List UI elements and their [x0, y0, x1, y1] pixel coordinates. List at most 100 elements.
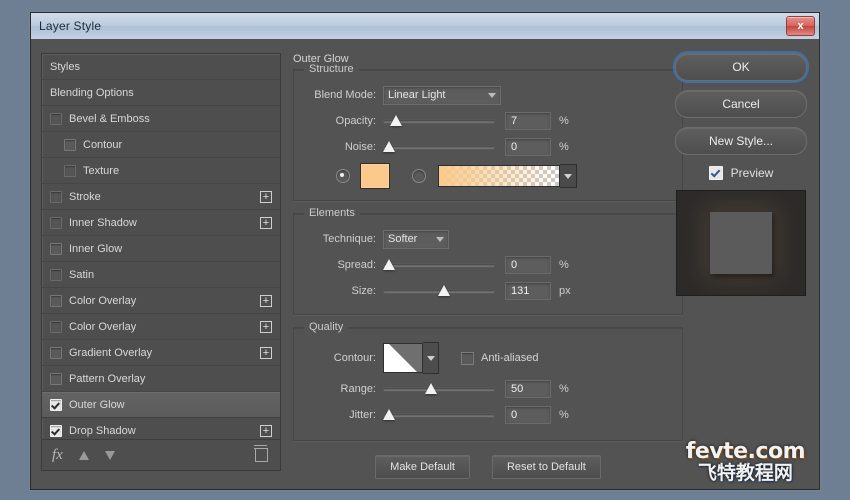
jitter-input[interactable]: 0 [505, 406, 551, 424]
range-slider-track [383, 386, 495, 392]
size-slider-knob[interactable] [438, 285, 450, 296]
dialog-title: Layer Style [39, 19, 102, 33]
range-input[interactable]: 50 [505, 380, 551, 398]
style-row[interactable]: Outer Glow [42, 392, 280, 418]
size-slider[interactable] [383, 283, 495, 299]
style-checkbox[interactable] [50, 399, 62, 411]
add-effect-icon[interactable]: + [260, 346, 272, 359]
jitter-label: Jitter: [349, 409, 376, 421]
preview-label: Preview [730, 166, 774, 180]
opacity-slider[interactable] [383, 113, 495, 129]
range-slider[interactable] [383, 381, 495, 397]
styles-list: Styles Blending Options Bevel & Emboss Cont… [42, 54, 280, 439]
style-checkbox[interactable] [50, 346, 62, 359]
gradient-picker-button[interactable] [560, 164, 577, 188]
opacity-input[interactable]: 7 [505, 112, 551, 130]
style-row[interactable]: Stroke + [42, 184, 280, 210]
style-row[interactable]: Satin [42, 262, 280, 288]
style-checkbox[interactable] [50, 112, 62, 125]
anti-aliased-toggle[interactable]: Anti-aliased [461, 351, 538, 365]
blend-mode-value: Linear Light [388, 89, 446, 101]
style-row[interactable]: Drop Shadow + [42, 418, 280, 439]
style-row[interactable]: Bevel & Emboss [42, 106, 280, 132]
style-row[interactable]: Styles [42, 54, 280, 80]
make-default-button[interactable]: Make Default [375, 455, 470, 479]
style-checkbox[interactable] [64, 164, 76, 177]
arrow-up-icon[interactable] [78, 450, 89, 460]
style-checkbox[interactable] [50, 190, 62, 203]
preview-checkbox[interactable] [708, 166, 723, 180]
spread-input[interactable]: 0 [505, 256, 551, 274]
style-row-label: Contour [83, 138, 123, 151]
style-checkbox[interactable] [50, 216, 62, 229]
style-checkbox[interactable] [50, 242, 62, 255]
layer-style-dialog: Layer Style x Styles Blending Options Beve… [30, 12, 820, 490]
cancel-button[interactable]: Cancel [675, 90, 807, 118]
spread-slider-knob[interactable] [383, 259, 395, 270]
jitter-slider-knob[interactable] [383, 409, 395, 420]
chevron-down-icon [564, 173, 572, 179]
noise-slider[interactable] [383, 139, 495, 155]
style-row-label: Bevel & Emboss [69, 112, 150, 125]
style-row[interactable]: Texture [42, 158, 280, 184]
fx-icon[interactable]: fx [52, 447, 63, 464]
style-checkbox[interactable] [50, 424, 62, 437]
add-effect-icon[interactable]: + [260, 216, 272, 229]
style-row[interactable]: Pattern Overlay [42, 366, 280, 392]
styles-footer-toolbar: fx [42, 439, 280, 470]
style-checkbox[interactable] [50, 372, 62, 385]
style-row[interactable]: Color Overlay + [42, 288, 280, 314]
add-effect-icon[interactable]: + [260, 320, 272, 333]
preview-shape [710, 212, 772, 274]
noise-input[interactable]: 0 [505, 138, 551, 156]
add-effect-icon[interactable]: + [260, 294, 272, 307]
spread-slider[interactable] [383, 257, 495, 273]
style-row[interactable]: Blending Options [42, 80, 280, 106]
style-row-label: Stroke [69, 190, 101, 203]
size-input[interactable]: 131 [505, 282, 551, 300]
glow-color-swatch[interactable] [360, 163, 390, 189]
range-slider-knob[interactable] [425, 383, 437, 394]
range-unit: % [559, 383, 569, 395]
gradient-fill-radio[interactable] [412, 169, 426, 183]
style-row[interactable]: Gradient Overlay + [42, 340, 280, 366]
preview-toggle[interactable]: Preview [708, 166, 774, 180]
noise-slider-knob[interactable] [383, 141, 395, 152]
style-row[interactable]: Inner Shadow + [42, 210, 280, 236]
reset-to-default-button[interactable]: Reset to Default [491, 455, 601, 479]
technique-select[interactable]: Softer [383, 229, 449, 249]
style-row[interactable]: Contour [42, 132, 280, 158]
style-row[interactable]: Color Overlay + [42, 314, 280, 340]
gradient-preview[interactable] [438, 165, 560, 187]
style-row[interactable]: Inner Glow [42, 236, 280, 262]
style-checkbox[interactable] [50, 268, 62, 281]
opacity-slider-knob[interactable] [390, 115, 402, 126]
add-effect-icon[interactable]: + [260, 424, 272, 437]
style-row-label: Satin [69, 268, 95, 281]
style-row-label: Blending Options [50, 86, 134, 99]
add-effect-icon[interactable]: + [260, 190, 272, 203]
style-checkbox[interactable] [50, 320, 62, 333]
spread-unit: % [559, 259, 569, 271]
watermark-line-2: 飞特教程网 [697, 462, 793, 484]
close-button[interactable]: x [786, 16, 815, 36]
style-checkbox[interactable] [50, 294, 62, 307]
arrow-down-icon[interactable] [104, 450, 115, 460]
trash-icon[interactable] [254, 445, 268, 462]
contour-label: Contour: [333, 352, 376, 364]
blend-mode-select[interactable]: Linear Light [383, 85, 501, 105]
technique-value: Softer [388, 233, 418, 245]
jitter-slider[interactable] [383, 407, 495, 423]
ok-button[interactable]: OK [675, 53, 807, 81]
new-style-button[interactable]: New Style... [675, 127, 807, 155]
color-fill-radio[interactable] [336, 169, 350, 183]
jitter-value: 0 [511, 409, 518, 421]
opacity-value: 7 [511, 115, 518, 127]
style-checkbox[interactable] [64, 138, 76, 151]
technique-label: Technique: [322, 233, 376, 245]
style-row-label: Inner Glow [69, 242, 123, 255]
contour-picker-button[interactable] [423, 342, 439, 374]
range-label: Range: [340, 383, 376, 395]
contour-thumbnail[interactable] [383, 343, 423, 373]
anti-aliased-checkbox[interactable] [461, 351, 474, 365]
